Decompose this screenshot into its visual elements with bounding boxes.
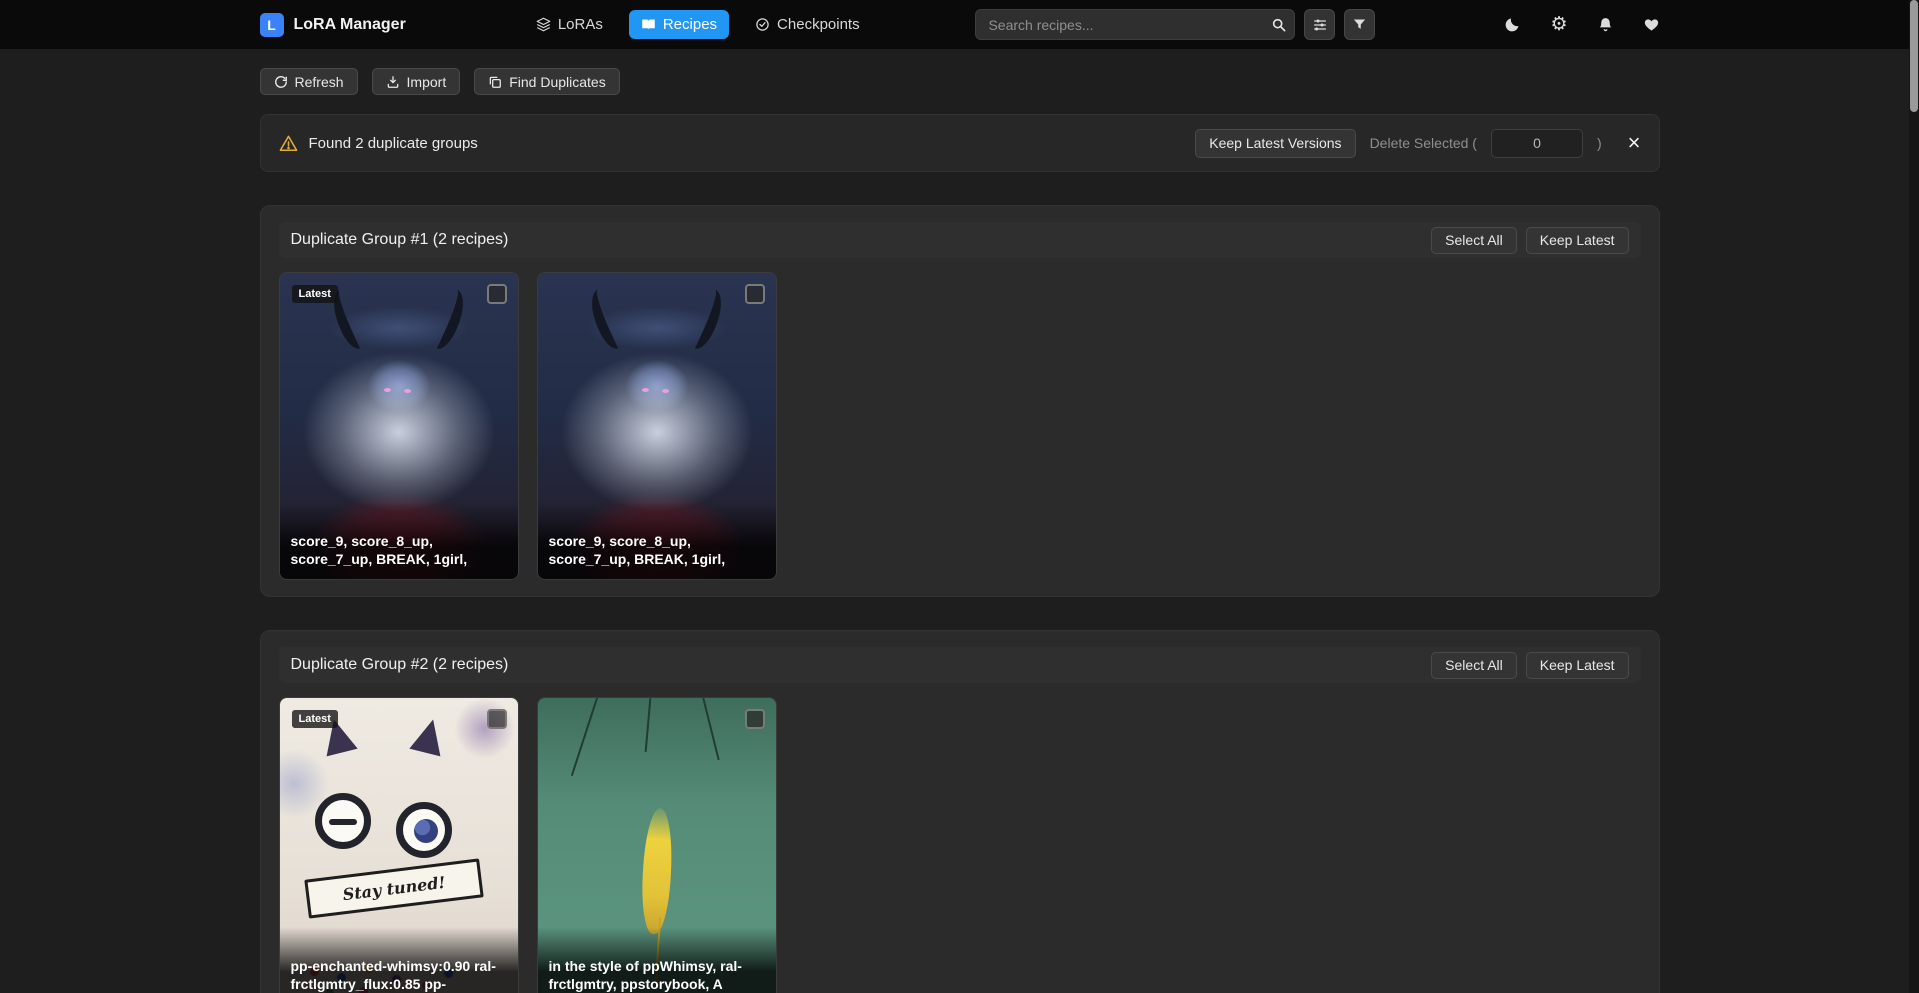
keep-latest-versions-button[interactable]: Keep Latest Versions [1195,129,1355,158]
toolbar: Refresh Import Find Duplicates [260,68,1660,95]
sort-options-button[interactable] [1304,9,1335,40]
keep-latest-versions-label: Keep Latest Versions [1209,135,1341,151]
recipe-card[interactable]: Stay tuned! Latest pp-enchanted-whimsy:0… [279,697,519,993]
delete-selected-label-close-paren: ) [1597,135,1602,151]
check-circle-icon [755,17,770,32]
search-box [975,9,1295,40]
app-logo-icon: L [260,13,284,37]
navbar-actions: ⚙ [1503,15,1659,34]
keep-latest-label: Keep Latest [1540,232,1615,248]
select-all-label: Select All [1445,657,1503,673]
delete-selected-label: Delete Selected ( [1370,135,1477,151]
brand: L LoRA Manager [260,13,406,37]
nav-tab-recipes-label: Recipes [663,16,717,33]
recipe-checkbox[interactable] [487,284,507,304]
app-title: LoRA Manager [294,16,406,34]
recipe-caption: pp-enchanted-whimsy:0.90 ral-frctlgmtry_… [280,927,518,993]
import-icon [386,75,400,89]
delete-count-input[interactable] [1491,129,1583,158]
favorites-heart-icon[interactable] [1643,16,1660,33]
filter-button[interactable] [1344,9,1375,40]
find-duplicates-button[interactable]: Find Duplicates [474,68,620,95]
group-2-keep-latest-button[interactable]: Keep Latest [1526,652,1629,679]
refresh-icon [274,75,288,89]
sign-text: Stay tuned! [304,859,484,919]
layers-icon [536,17,551,32]
nav-tab-loras-label: LoRAs [558,16,603,33]
find-duplicates-label: Find Duplicates [509,74,606,90]
duplicate-group-1: Duplicate Group #1 (2 recipes) Select Al… [260,205,1660,597]
main-content: Refresh Import Find Duplicates Found 2 d… [260,68,1660,993]
recipe-checkbox[interactable] [745,709,765,729]
recipe-card[interactable]: in the style of ppWhimsy, ral-frctlgmtry… [537,697,777,993]
sliders-icon [1312,17,1328,33]
notifications-bell-icon[interactable] [1597,16,1614,33]
recipe-caption: in the style of ppWhimsy, ral-frctlgmtry… [538,927,776,993]
search-area [975,9,1375,40]
recipe-checkbox[interactable] [487,709,507,729]
import-button[interactable]: Import [372,68,461,95]
settings-gear-icon[interactable]: ⚙ [1550,15,1567,34]
nav-tab-checkpoints-label: Checkpoints [777,16,860,33]
main-nav: LoRAs Recipes Checkpoints [524,10,872,39]
nav-tab-loras[interactable]: LoRAs [524,10,615,39]
latest-badge: Latest [292,710,338,728]
duplicates-banner: Found 2 duplicate groups Keep Latest Ver… [260,114,1660,172]
duplicate-group-2: Duplicate Group #2 (2 recipes) Select Al… [260,630,1660,993]
refresh-button[interactable]: Refresh [260,68,358,95]
select-all-label: Select All [1445,232,1503,248]
banner-message: Found 2 duplicate groups [309,135,478,152]
group-2-select-all-button[interactable]: Select All [1431,652,1517,679]
recipe-card[interactable]: score_9, score_8_up, score_7_up, BREAK, … [537,272,777,580]
nav-tab-checkpoints[interactable]: Checkpoints [743,10,872,39]
nav-tab-recipes[interactable]: Recipes [629,10,729,39]
group-2-title: Duplicate Group #2 (2 recipes) [291,656,509,674]
duplicates-copy-icon [488,75,502,89]
funnel-icon [1352,17,1367,32]
theme-toggle-moon-icon[interactable] [1503,16,1521,34]
keep-latest-label: Keep Latest [1540,657,1615,673]
group-1-select-all-button[interactable]: Select All [1431,227,1517,254]
refresh-label: Refresh [295,74,344,90]
navbar: L LoRA Manager LoRAs Recipes Checkpoi [0,0,1919,49]
recipe-card[interactable]: Latest score_9, score_8_up, score_7_up, … [279,272,519,580]
scrollbar-track[interactable] [1909,0,1919,993]
group-1-keep-latest-button[interactable]: Keep Latest [1526,227,1629,254]
recipe-checkbox[interactable] [745,284,765,304]
group-1-title: Duplicate Group #1 (2 recipes) [291,231,509,249]
banner-close-icon[interactable]: × [1628,132,1641,154]
recipe-caption: score_9, score_8_up, score_7_up, BREAK, … [538,502,776,579]
recipe-caption: score_9, score_8_up, score_7_up, BREAK, … [280,502,518,579]
book-icon [641,17,656,32]
search-icon[interactable] [1271,17,1287,33]
warning-icon [279,134,298,153]
import-label: Import [407,74,447,90]
latest-badge: Latest [292,285,338,303]
search-input[interactable] [975,9,1295,40]
scrollbar-thumb[interactable] [1910,0,1918,112]
